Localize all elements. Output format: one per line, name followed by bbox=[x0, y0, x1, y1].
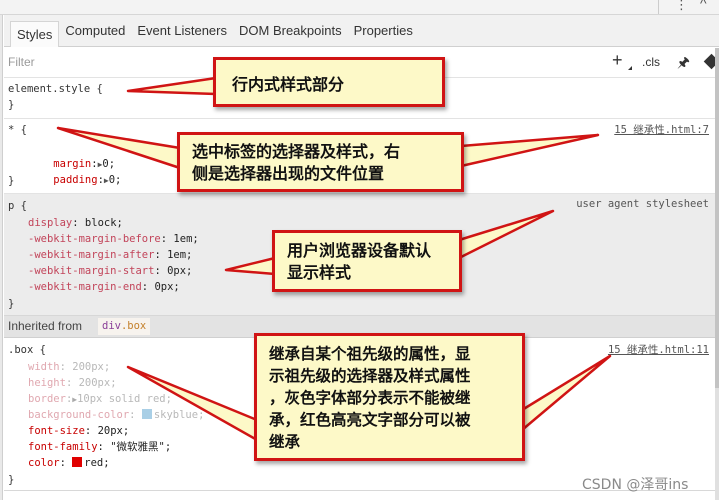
rule-close-brace: } bbox=[8, 474, 15, 486]
new-rule-menu-icon[interactable] bbox=[628, 66, 632, 70]
scrollbar[interactable] bbox=[715, 48, 719, 500]
css-declaration-inherited[interactable]: color: red; bbox=[28, 455, 110, 471]
toolbar-divider bbox=[658, 0, 659, 14]
tab-properties[interactable]: Properties bbox=[348, 18, 419, 44]
left-panel-edge bbox=[0, 15, 3, 500]
rule-close-brace: } bbox=[8, 298, 15, 310]
watermark: CSDN @泽哥ins bbox=[582, 477, 689, 493]
rule-close-brace: } bbox=[8, 175, 15, 187]
annotation-selector: 选中标签的选择器及样式，右 侧是选择器出现的文件位置 bbox=[177, 132, 464, 192]
styles-pane-tabs: Styles Computed Event Listeners DOM Brea… bbox=[4, 15, 719, 47]
css-declaration-non-inherited[interactable]: height: 200px; bbox=[28, 375, 117, 391]
collapse-icon[interactable]: ^ bbox=[700, 0, 707, 10]
rule-selector[interactable]: * { bbox=[8, 122, 27, 138]
css-declaration: display: block; bbox=[28, 217, 123, 229]
rule-selector[interactable]: .box { bbox=[8, 342, 46, 358]
rule-close-brace: } bbox=[8, 99, 15, 111]
rule-selector[interactable]: element.style { bbox=[8, 81, 103, 97]
filter-input[interactable]: Filter bbox=[8, 55, 35, 69]
scrollbar-thumb[interactable] bbox=[715, 48, 719, 388]
css-declaration-non-inherited[interactable]: width: 200px; bbox=[28, 359, 110, 375]
user-agent-stylesheet-label: user agent stylesheet bbox=[576, 198, 709, 210]
annotation-user-agent: 用户浏览器设备默认 显示样式 bbox=[272, 230, 462, 292]
css-declaration: -webkit-margin-after: 1em; bbox=[28, 249, 193, 261]
annotation-inline-style: 行内式样式部分 bbox=[213, 57, 445, 107]
tab-computed[interactable]: Computed bbox=[59, 18, 131, 44]
annotation-inherited: 继承自某个祖先级的属性，显 示祖先级的选择器及样式属性 ，灰色字体部分表示不能被… bbox=[254, 333, 525, 461]
css-declaration-non-inherited[interactable]: border:▶10px solid red; bbox=[28, 391, 172, 408]
css-declaration: -webkit-margin-end: 0px; bbox=[28, 281, 180, 293]
inherited-label: Inherited from bbox=[8, 319, 83, 333]
rule-source-link[interactable]: 15 继承性.html:11 bbox=[608, 342, 709, 357]
css-declaration-inherited[interactable]: font-size: 20px; bbox=[28, 423, 129, 439]
new-style-rule-button[interactable]: + bbox=[612, 50, 623, 71]
tab-event-listeners[interactable]: Event Listeners bbox=[131, 18, 233, 44]
tab-dom-breakpoints[interactable]: DOM Breakpoints bbox=[233, 18, 348, 44]
rule-source-link[interactable]: 15 继承性.html:7 bbox=[614, 122, 709, 137]
color-swatch-skyblue[interactable] bbox=[141, 409, 152, 419]
inherited-element-link[interactable]: div.box bbox=[98, 318, 151, 335]
css-declaration-non-inherited[interactable]: background-color: skyblue; bbox=[28, 407, 204, 423]
css-declaration: -webkit-margin-start: 0px; bbox=[28, 265, 193, 277]
element-classes-button[interactable]: .cls bbox=[642, 55, 660, 69]
pin-icon[interactable]: 🖈 bbox=[677, 52, 690, 76]
devtools-top-bar: ⋮ ^ bbox=[0, 0, 719, 15]
css-declaration: -webkit-margin-before: 1em; bbox=[28, 233, 199, 245]
tab-styles[interactable]: Styles bbox=[10, 20, 60, 47]
css-declaration-inherited[interactable]: font-family: "微软雅黑"; bbox=[28, 439, 171, 455]
more-options-icon[interactable]: ⋮ bbox=[675, 0, 688, 12]
color-swatch-red[interactable] bbox=[72, 457, 83, 467]
rule-selector: p { bbox=[8, 200, 27, 212]
